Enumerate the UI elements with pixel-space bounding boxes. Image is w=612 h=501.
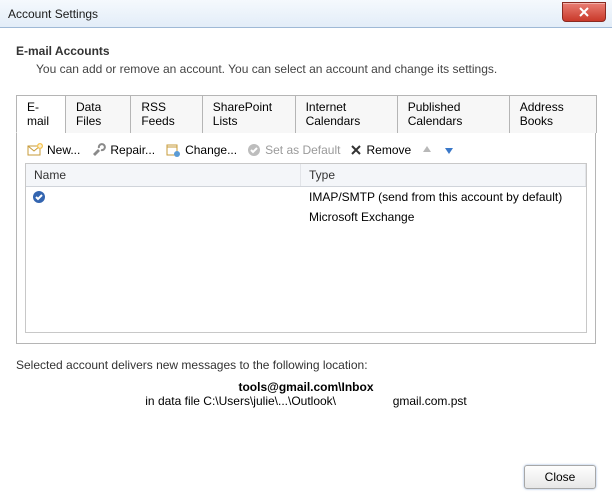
dialog-buttons: Close bbox=[524, 465, 596, 489]
account-type: Microsoft Exchange bbox=[301, 210, 586, 224]
delivery-path-prefix: in data file C:\Users\julie\...\Outlook\ bbox=[145, 394, 336, 408]
new-label: New... bbox=[47, 143, 80, 157]
set-default-button[interactable]: Set as Default bbox=[247, 143, 340, 157]
repair-button[interactable]: Repair... bbox=[90, 143, 155, 157]
change-button[interactable]: Change... bbox=[165, 143, 237, 157]
check-circle-icon bbox=[247, 143, 261, 157]
titlebar: Account Settings bbox=[0, 0, 612, 28]
close-button[interactable] bbox=[562, 2, 606, 22]
delivery-folder: tools@gmail.com\Inbox bbox=[238, 380, 373, 394]
tab-rss-feeds[interactable]: RSS Feeds bbox=[130, 95, 202, 133]
column-type[interactable]: Type bbox=[301, 164, 586, 186]
tab-sharepoint-lists[interactable]: SharePoint Lists bbox=[202, 95, 296, 133]
repair-icon bbox=[90, 143, 106, 157]
mail-new-icon bbox=[27, 143, 43, 157]
tab-internet-calendars[interactable]: Internet Calendars bbox=[295, 95, 398, 133]
move-up-button[interactable] bbox=[421, 144, 433, 156]
table-row[interactable]: Microsoft Exchange bbox=[26, 207, 586, 227]
set-default-label: Set as Default bbox=[265, 143, 340, 157]
close-icon bbox=[578, 7, 590, 17]
grid-header: Name Type bbox=[26, 164, 586, 187]
arrow-down-icon bbox=[443, 144, 455, 156]
tab-strip: E-mail Data Files RSS Feeds SharePoint L… bbox=[16, 94, 596, 133]
new-button[interactable]: New... bbox=[27, 143, 80, 157]
repair-label: Repair... bbox=[110, 143, 155, 157]
accounts-grid[interactable]: Name Type IMAP/SMTP (send from this acco… bbox=[25, 163, 587, 333]
section-heading: E-mail Accounts bbox=[16, 44, 596, 58]
remove-icon bbox=[350, 144, 362, 156]
window-title: Account Settings bbox=[8, 7, 98, 21]
table-row[interactable]: IMAP/SMTP (send from this account by def… bbox=[26, 187, 586, 207]
arrow-up-icon bbox=[421, 144, 433, 156]
tab-published-calendars[interactable]: Published Calendars bbox=[397, 95, 510, 133]
tab-data-files[interactable]: Data Files bbox=[65, 95, 131, 133]
default-account-icon bbox=[32, 190, 46, 204]
tab-email[interactable]: E-mail bbox=[16, 95, 66, 133]
account-type: IMAP/SMTP (send from this account by def… bbox=[301, 190, 586, 204]
close-dialog-button[interactable]: Close bbox=[524, 465, 596, 489]
change-icon bbox=[165, 143, 181, 157]
tab-address-books[interactable]: Address Books bbox=[509, 95, 597, 133]
tab-panel: New... Repair... Change... Set as Defaul… bbox=[16, 133, 596, 344]
section-description: You can add or remove an account. You ca… bbox=[16, 62, 596, 76]
change-label: Change... bbox=[185, 143, 237, 157]
remove-button[interactable]: Remove bbox=[350, 143, 411, 157]
delivery-path-suffix: gmail.com.pst bbox=[393, 394, 467, 408]
column-name[interactable]: Name bbox=[26, 164, 301, 186]
delivery-location-label: Selected account delivers new messages t… bbox=[16, 358, 596, 372]
move-down-button[interactable] bbox=[443, 144, 455, 156]
toolbar: New... Repair... Change... Set as Defaul… bbox=[25, 141, 587, 163]
remove-label: Remove bbox=[366, 143, 411, 157]
